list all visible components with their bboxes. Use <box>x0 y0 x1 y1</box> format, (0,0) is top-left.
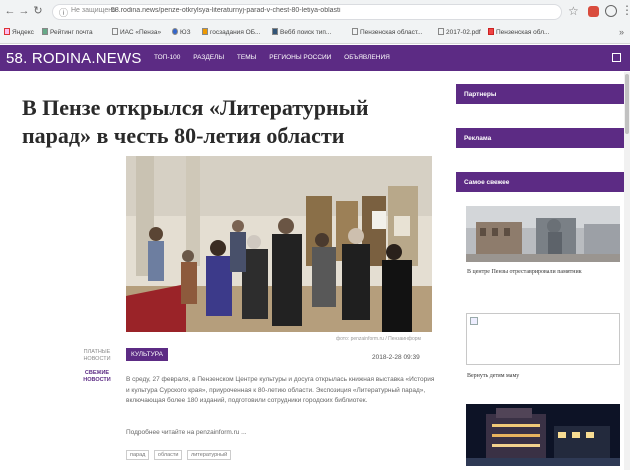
search-icon[interactable] <box>612 53 621 62</box>
night-building-photo <box>466 404 620 466</box>
news-thumbnail[interactable] <box>466 404 620 466</box>
broken-image-icon <box>470 317 478 325</box>
address-bar[interactable]: ⓘ Не защищено 58.rodina.news/penze-otkry… <box>52 4 562 20</box>
bookmarks-more-icon[interactable]: » <box>619 27 624 37</box>
exhibition-photo <box>126 156 432 332</box>
bookmark-star-icon[interactable]: ☆ <box>568 4 579 18</box>
sidebar-heading-ads[interactable]: Реклама <box>456 128 624 148</box>
folder-icon <box>42 28 48 35</box>
reload-icon[interactable]: ↻ <box>32 4 44 18</box>
info-icon[interactable]: ⓘ <box>59 6 68 19</box>
sidebar-heading-partners[interactable]: Партнеры <box>456 84 624 104</box>
bookmark-item[interactable]: ИАС «Пенза» <box>112 27 161 39</box>
nav-item-top100[interactable]: ТОП-100 <box>154 54 180 61</box>
page-icon <box>272 28 278 35</box>
security-note: Не защищено <box>71 7 116 14</box>
sidebar-heading-freshest[interactable]: Самое свежее <box>456 172 624 192</box>
back-arrow-icon[interactable]: ← <box>4 4 16 18</box>
bookmark-item[interactable]: Яндекс <box>4 27 34 39</box>
bookmark-item[interactable]: Пензенская област... <box>352 27 423 39</box>
hashtag[interactable]: парад <box>126 450 150 460</box>
nav-item-regions[interactable]: РЕГИОНЫ РОССИИ <box>269 54 331 61</box>
site-logo[interactable]: 58. RODINA.NEWS <box>6 50 142 67</box>
bookmark-item[interactable]: 2017-02.pdf <box>438 27 481 39</box>
photo-credit: фото: penzainform.ru / Пензаинформ <box>336 336 421 342</box>
article-title-line: парад» в честь 80-летия области <box>22 123 345 148</box>
account-icon[interactable] <box>605 5 617 17</box>
article-title-line: В Пензе открылся «Литературный <box>22 95 369 120</box>
doc-icon <box>202 28 208 35</box>
page-scrollbar[interactable] <box>624 72 630 470</box>
hashtag-list: парад области литературный <box>126 450 234 460</box>
read-more-link[interactable]: Подробнее читайте на penzainform.ru ... <box>126 429 247 436</box>
bookmarks-bar: Яндекс Рейтинг почта ИАС «Пенза» ЮЗ госз… <box>0 25 630 42</box>
category-tag[interactable]: КУЛЬТУРА <box>126 348 168 361</box>
bookmark-item[interactable]: госзадания ОБ... <box>202 27 260 39</box>
bookmark-item[interactable]: Вебб поиск тип... <box>272 27 331 39</box>
bookmark-item[interactable]: Пензенская обл... <box>488 27 549 39</box>
bookmark-item[interactable]: Рейтинг почта <box>42 27 93 39</box>
browser-chrome: ← → ↻ ⓘ Не защищено 58.rodina.news/penze… <box>0 0 630 44</box>
news-caption[interactable]: В центре Пензы отреставрировали памятник <box>467 268 617 276</box>
address-row: ← → ↻ ⓘ Не защищено 58.rodina.news/penze… <box>0 2 630 22</box>
article-title: В Пензе открылся «Литературный парад» в … <box>22 94 442 150</box>
url-text[interactable]: 58.rodina.news/penze-otkrylsya-literatur… <box>111 7 521 14</box>
extension-icon[interactable] <box>588 6 599 17</box>
top-navigation: ТОП-100 РАЗДЕЛЫ ТЕМЫ РЕГИОНЫ РОССИИ ОБЪЯ… <box>154 54 401 61</box>
article-body: В среду, 27 февраля, в Пензенском Центре… <box>126 376 435 404</box>
dollar-icon <box>488 28 494 35</box>
page-icon <box>352 28 358 35</box>
globe-icon <box>172 28 178 35</box>
article-photo <box>126 156 432 332</box>
hashtag[interactable]: литературный <box>187 450 232 460</box>
browser-menu-icon[interactable]: ⋮ <box>621 3 630 17</box>
broken-image[interactable] <box>466 313 620 365</box>
hashtag[interactable]: области <box>153 450 183 460</box>
yandex-icon <box>4 28 10 35</box>
page-icon <box>438 28 444 35</box>
forward-arrow-icon[interactable]: → <box>18 4 30 18</box>
news-thumbnail[interactable] <box>466 206 620 262</box>
news-caption[interactable]: Вернуть детям маму <box>467 372 617 380</box>
left-news-label[interactable]: СВЕЖИЕ НОВОСТИ <box>77 370 117 384</box>
monument-photo <box>466 206 620 262</box>
article-date: 2018-2-28 09:39 <box>372 354 420 361</box>
nav-item-themes[interactable]: ТЕМЫ <box>237 54 256 61</box>
site-header: 58. RODINA.NEWS ТОП-100 РАЗДЕЛЫ ТЕМЫ РЕГ… <box>0 45 630 71</box>
nav-item-ads[interactable]: ОБЪЯВЛЕНИЯ <box>344 54 390 61</box>
nav-item-sections[interactable]: РАЗДЕЛЫ <box>193 54 224 61</box>
left-category-label[interactable]: ПЛАТНЫЕ НОВОСТИ <box>77 349 117 363</box>
sidebar: Партнеры Реклама Самое свежее В центре П… <box>452 72 624 470</box>
bookmark-item[interactable]: ЮЗ <box>172 27 191 39</box>
scrollbar-thumb[interactable] <box>625 74 629 134</box>
page-icon <box>112 28 118 35</box>
